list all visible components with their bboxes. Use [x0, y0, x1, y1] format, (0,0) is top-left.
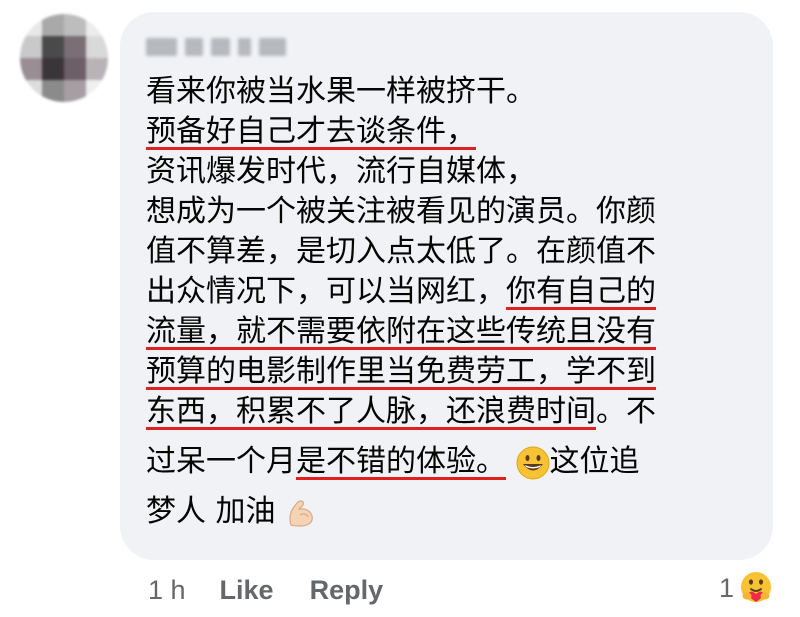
comment-line: 东西，积累不了人脉，还浪费时间。不: [146, 392, 766, 432]
comment-line: 资讯爆发时代，流行自媒体，: [146, 152, 766, 192]
comment-text-segment: 出众情况下，可以当网红，: [146, 274, 506, 309]
comment-line: 过呆一个月是不错的体验。 这位追: [146, 442, 766, 482]
comment-text-segment: 想成为一个被关注被看见的演员。你颜: [146, 194, 656, 229]
care-reaction-icon: [738, 570, 774, 606]
reaction-count: 1: [718, 572, 734, 603]
reply-button[interactable]: Reply: [310, 575, 384, 606]
underlined-text-segment: 你有自己的: [506, 274, 656, 309]
comment-line: 梦人 加油: [146, 492, 766, 532]
avatar[interactable]: [20, 14, 108, 102]
comment-line: 流量，就不需要依附在这些传统且没有: [146, 312, 766, 352]
comment-bubble: 看来你被当水果一样被挤干。 预备好自己才去谈条件， 资讯爆发时代，流行自媒体， …: [120, 12, 773, 560]
comment-line: 预算的电影制作里当免费劳工，学不到: [146, 352, 766, 392]
comment-line: 看来你被当水果一样被挤干。: [146, 72, 766, 112]
comment-text-segment: 。不: [596, 394, 656, 429]
underlined-text-segment: 预算的电影制作里当免费劳工，学不到: [146, 354, 656, 389]
reaction-summary[interactable]: 1: [719, 568, 776, 608]
underlined-text-segment: 预备好自己才去谈条件，: [146, 114, 476, 149]
comment-text-segment: 资讯爆发时代，流行自媒体，: [146, 154, 536, 189]
comment-line: 预备好自己才去谈条件，: [146, 112, 766, 152]
flexed-biceps-emoji: [289, 499, 313, 527]
comment-line: 值不算差，是切入点太低了。在颜值不: [146, 232, 766, 272]
comment-text-segment: 这位追: [549, 444, 640, 479]
timestamp[interactable]: 1 h: [148, 575, 186, 606]
comment-text-segment: 看来你被当水果一样被挤干。: [146, 74, 536, 109]
like-button[interactable]: Like: [220, 575, 274, 606]
underlined-text-segment: 是不错的体验。: [296, 444, 506, 479]
comment-text-segment: 过呆一个月: [146, 444, 296, 479]
underlined-text-segment: 东西，积累不了人脉，还浪费时间: [146, 394, 596, 429]
comment-text-segment: 值不算差，是切入点太低了。在颜值不: [146, 234, 656, 269]
comment-text-segment: 梦人 加油: [146, 494, 276, 529]
underlined-text-segment: 流量，就不需要依附在这些传统且没有: [146, 314, 656, 349]
grinning-face-emoji: [516, 446, 550, 479]
comment-thread: 看来你被当水果一样被挤干。 预备好自己才去谈条件， 资讯爆发时代，流行自媒体， …: [0, 0, 800, 617]
comment-actions: 1 h Like Reply: [148, 570, 419, 610]
comment-line: 想成为一个被关注被看见的演员。你颜: [146, 192, 766, 232]
comment-text: 看来你被当水果一样被挤干。 预备好自己才去谈条件， 资讯爆发时代，流行自媒体， …: [146, 72, 766, 532]
author-name-redacted[interactable]: [146, 32, 286, 62]
comment-line: 出众情况下，可以当网红，你有自己的: [146, 272, 766, 312]
